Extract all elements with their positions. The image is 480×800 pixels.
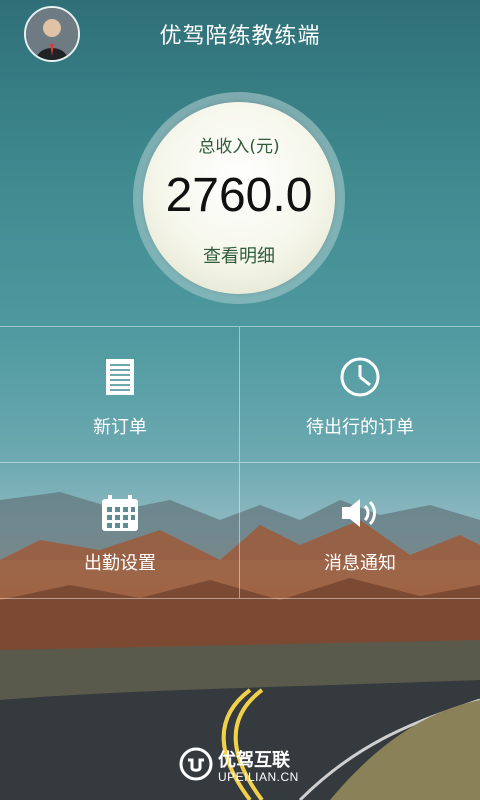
income-circle[interactable]: 总收入(元) 2760.0 查看明细	[143, 102, 335, 294]
menu-notifications[interactable]: 消息通知	[240, 463, 480, 599]
clock-icon	[340, 357, 380, 397]
income-label: 总收入(元)	[198, 137, 280, 157]
menu-pending-orders[interactable]: 待出行的订单	[240, 327, 480, 463]
income-value: 2760.0	[165, 169, 313, 222]
menu-new-orders[interactable]: 新订单	[0, 327, 240, 463]
view-details-link[interactable]: 查看明细	[143, 242, 335, 268]
menu-label: 新订单	[93, 417, 147, 438]
document-icon	[106, 359, 134, 395]
calendar-icon	[102, 495, 138, 531]
menu-grid: 新订单 待出行的订单 出勤设置 消息通知	[0, 326, 480, 599]
menu-label: 消息通知	[324, 553, 396, 574]
menu-label: 出勤设置	[84, 553, 156, 574]
app-title: 优驾陪练教练端	[159, 24, 321, 49]
speaker-icon	[342, 499, 376, 527]
app-header: 优驾陪练教练端	[0, 0, 480, 68]
brand-domain: UPEILIAN.CN	[218, 770, 299, 784]
footer-logo: 优驾互联 UPEILIAN.CN	[178, 746, 308, 790]
menu-label: 待出行的订单	[306, 417, 414, 438]
menu-attendance-settings[interactable]: 出勤设置	[0, 463, 240, 599]
brand-name: 优驾互联	[218, 750, 290, 771]
brand-logo-icon	[179, 747, 213, 781]
